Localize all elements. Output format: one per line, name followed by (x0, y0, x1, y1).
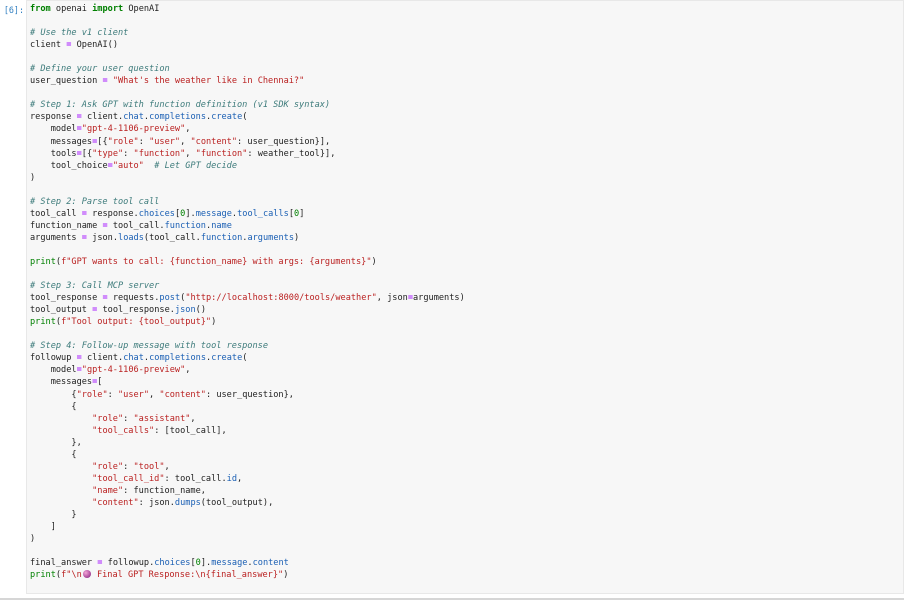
code-line: ] (30, 522, 56, 533)
code-line: # Use the v1 client (30, 28, 129, 39)
code-line: {"role": "user", "content": user_questio… (30, 389, 294, 400)
code-line: tool_response = requests.post("http://lo… (30, 293, 465, 304)
code-line: messages=[ (50, 377, 103, 388)
code-line: user_question = "What's the weather like… (30, 76, 305, 87)
code-line: ​ (30, 268, 465, 280)
code-line: # Step 2: Parse tool call (30, 196, 160, 207)
code-line: ​ (30, 184, 465, 196)
code-line: # Step 4: Follow-up message with tool re… (30, 341, 268, 352)
code-line: model="gpt-4-1106-preview", (50, 365, 191, 376)
code-line: function_name = tool_call.function.name (30, 220, 232, 231)
code-line: ​ (30, 51, 465, 63)
code-line: ) (30, 172, 36, 183)
code-line: final_answer = followup.choices[0].messa… (30, 558, 289, 569)
code-line: print(f"\n Final GPT Response:\n{final_a… (30, 570, 289, 581)
code-line: print(f"GPT wants to call: {function_nam… (30, 256, 377, 267)
code-line: "tool_calls": [tool_call], (92, 425, 227, 436)
code-line: "role": "assistant", (92, 413, 196, 424)
code-line: ​ (30, 328, 465, 340)
code-line: ) (30, 534, 36, 545)
code-line: }, (30, 437, 82, 448)
code-line: "role": "tool", (92, 461, 170, 472)
code-line: response = client.chat.completions.creat… (30, 112, 248, 123)
code-line: ​ (30, 15, 465, 27)
code-line: # Step 3: Call MCP server (30, 281, 160, 292)
notebook-code-cell[interactable]: [6]: from openai import OpenAI​# Use the… (0, 0, 904, 604)
code-line: from openai import OpenAI (30, 4, 160, 14)
code-line: arguments = json.loads(tool_call.functio… (30, 232, 300, 243)
code-line: ​ (30, 87, 465, 99)
code-line: # Define your user question (30, 64, 170, 75)
code-line: print(f"Tool output: {tool_output}") (30, 317, 217, 328)
code-line: # Step 1: Ask GPT with function definiti… (30, 100, 331, 111)
code-line: tool_call = response.choices[0].message.… (30, 208, 305, 219)
crystal-ball-icon (82, 570, 91, 579)
code-line: ​ (30, 244, 465, 256)
code-line: client = OpenAI() (30, 40, 119, 51)
code-line: { (30, 449, 77, 460)
code-line: tool_choice="auto" # Let GPT decide (50, 160, 238, 171)
code-line: "name": function_name, (92, 485, 206, 496)
code-line: followup = client.chat.completions.creat… (30, 353, 248, 364)
code-line: "tool_call_id": tool_call.id, (92, 473, 243, 484)
code-line: } (30, 509, 77, 520)
code-line: tool_output = tool_response.json() (30, 305, 206, 316)
cell-bottom-divider (0, 598, 904, 600)
code-block[interactable]: from openai import OpenAI​# Use the v1 c… (30, 3, 465, 581)
code-line: ​ (30, 545, 465, 557)
code-line: model="gpt-4-1106-preview", (50, 124, 191, 135)
code-line: "content": json.dumps(tool_output), (92, 497, 274, 508)
code-line: tools=[{"type": "function", "function": … (50, 148, 336, 159)
code-line: { (30, 401, 77, 412)
code-line: messages=[{"role": "user", "content": us… (50, 136, 331, 147)
execution-count-prompt: [6]: (3, 5, 24, 15)
